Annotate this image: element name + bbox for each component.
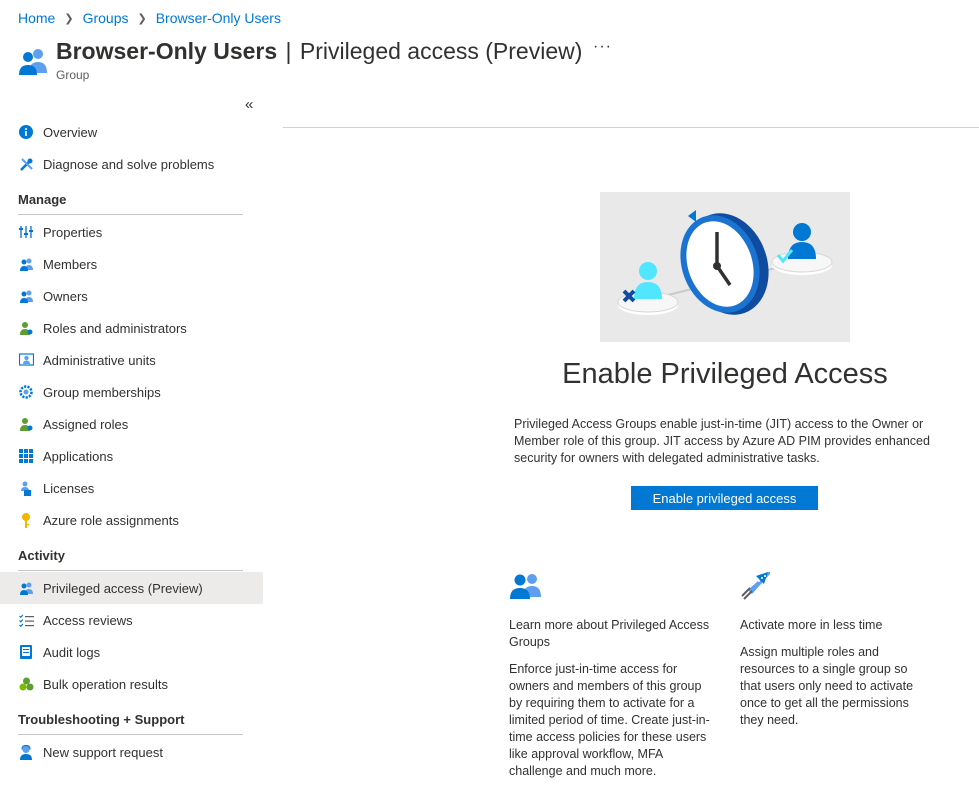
privileged-access-icon bbox=[18, 580, 34, 596]
chevron-right-icon: ❯ bbox=[64, 12, 74, 25]
sidebar-item-label: Access reviews bbox=[43, 612, 133, 628]
hero-illustration bbox=[600, 192, 850, 342]
sidebar-item-label: Licenses bbox=[43, 480, 95, 496]
sidebar-item-audit-logs[interactable]: Audit logs bbox=[0, 636, 263, 668]
info-icon bbox=[18, 124, 34, 140]
sidebar-item-access-reviews[interactable]: Access reviews bbox=[0, 604, 263, 636]
sidebar-item-licenses[interactable]: Licenses bbox=[0, 472, 263, 504]
group-icon bbox=[19, 49, 47, 75]
sidebar-item-applications[interactable]: Applications bbox=[0, 440, 263, 472]
sidebar-item-administrative-units[interactable]: Administrative units bbox=[0, 344, 263, 376]
wrench-icon bbox=[18, 156, 34, 172]
audit-log-icon bbox=[18, 644, 34, 660]
breadcrumb-home[interactable]: Home bbox=[18, 10, 55, 26]
sidebar-item-azure-role-assignments[interactable]: Azure role assignments bbox=[0, 504, 263, 536]
main-title-text: Enable Privileged Access bbox=[562, 358, 888, 390]
apps-grid-icon bbox=[18, 448, 34, 464]
sidebar-item-label: Properties bbox=[43, 224, 103, 240]
card-body: Assign multiple roles and resources to a… bbox=[740, 645, 914, 727]
sidebar-item-label: Administrative units bbox=[43, 352, 156, 368]
breadcrumb-groups[interactable]: Groups bbox=[83, 10, 129, 26]
licenses-icon bbox=[18, 480, 34, 496]
enable-privileged-access-button[interactable]: Enable privileged access bbox=[631, 486, 818, 510]
assigned-roles-icon bbox=[18, 416, 34, 432]
sidebar-item-privileged-access[interactable]: Privileged access (Preview) bbox=[0, 572, 263, 604]
section-activity: Activity bbox=[18, 536, 243, 571]
sidebar-item-group-memberships[interactable]: Group memberships bbox=[0, 376, 263, 408]
card-body: Enforce just-in-time access for owners a… bbox=[509, 662, 710, 778]
page-subtitle: Group bbox=[56, 68, 90, 82]
more-options-icon[interactable]: ··· bbox=[593, 38, 612, 56]
sidebar-item-label: Owners bbox=[43, 288, 88, 304]
sidebar-item-label: Privileged access (Preview) bbox=[43, 580, 203, 596]
breadcrumb-group[interactable]: Browser-Only Users bbox=[156, 10, 281, 26]
checklist-icon bbox=[18, 612, 34, 628]
main-description: Privileged Access Groups enable just-in-… bbox=[514, 417, 930, 465]
sidebar-item-label: Roles and administrators bbox=[43, 320, 187, 336]
sidebar-item-roles-administrators[interactable]: Roles and administrators bbox=[0, 312, 263, 344]
breadcrumb: Home ❯ Groups ❯ Browser-Only Users bbox=[18, 10, 281, 26]
card-title: Learn more about Privileged Access Group… bbox=[509, 618, 710, 649]
card-title: Activate more in less time bbox=[740, 618, 883, 632]
page-title-group: Browser-Only Users bbox=[56, 38, 278, 64]
info-card-activate: Activate more in less time Assign multip… bbox=[740, 570, 930, 729]
sidebar-item-label: Overview bbox=[43, 124, 98, 140]
sidebar-item-label: New support request bbox=[43, 744, 163, 760]
page-title: Browser-Only Users | Privileged access (… bbox=[56, 36, 582, 66]
main-title: Enable Privileged Access bbox=[520, 358, 930, 391]
sidebar-item-label: Group memberships bbox=[43, 384, 161, 400]
sidebar-item-properties[interactable]: Properties bbox=[0, 216, 263, 248]
title-separator: | bbox=[285, 38, 292, 64]
collapse-sidebar-icon[interactable]: « bbox=[245, 96, 253, 113]
roles-icon bbox=[18, 320, 34, 336]
bulk-ops-icon bbox=[18, 676, 34, 692]
members-icon bbox=[18, 256, 34, 272]
sidebar-item-owners[interactable]: Owners bbox=[0, 280, 263, 312]
support-icon bbox=[18, 744, 34, 760]
sidebar-item-label: Assigned roles bbox=[43, 416, 129, 432]
rocket-icon bbox=[741, 572, 770, 600]
sidebar-item-label: Members bbox=[43, 256, 98, 272]
sidebar-item-label: Audit logs bbox=[43, 644, 101, 660]
properties-icon bbox=[18, 224, 34, 240]
sidebar: Overview Diagnose and solve problems Man… bbox=[0, 116, 263, 768]
group-users-icon bbox=[510, 574, 541, 599]
sidebar-item-label: Bulk operation results bbox=[43, 676, 169, 692]
gear-icon bbox=[18, 384, 34, 400]
page-header: Browser-Only Users | Privileged access (… bbox=[18, 36, 582, 82]
info-card-learn-more: Learn more about Privileged Access Group… bbox=[509, 570, 714, 780]
sidebar-item-bulk-operation-results[interactable]: Bulk operation results bbox=[0, 668, 263, 700]
owners-icon bbox=[18, 288, 34, 304]
sidebar-item-members[interactable]: Members bbox=[0, 248, 263, 280]
sidebar-item-diagnose[interactable]: Diagnose and solve problems bbox=[0, 148, 263, 180]
section-manage: Manage bbox=[18, 180, 243, 215]
sidebar-item-assigned-roles[interactable]: Assigned roles bbox=[0, 408, 263, 440]
sidebar-item-label: Diagnose and solve problems bbox=[43, 156, 215, 172]
section-troubleshooting-support: Troubleshooting + Support bbox=[18, 700, 243, 735]
sidebar-item-overview[interactable]: Overview bbox=[0, 116, 263, 148]
key-icon bbox=[18, 512, 34, 528]
sidebar-item-label: Azure role assignments bbox=[43, 512, 179, 528]
sidebar-item-new-support-request[interactable]: New support request bbox=[0, 736, 263, 768]
page-title-blade: Privileged access (Preview) bbox=[299, 38, 583, 64]
admin-units-icon bbox=[18, 352, 34, 368]
chevron-right-icon: ❯ bbox=[137, 12, 147, 25]
sidebar-item-label: Applications bbox=[43, 448, 114, 464]
content-divider bbox=[283, 127, 979, 128]
